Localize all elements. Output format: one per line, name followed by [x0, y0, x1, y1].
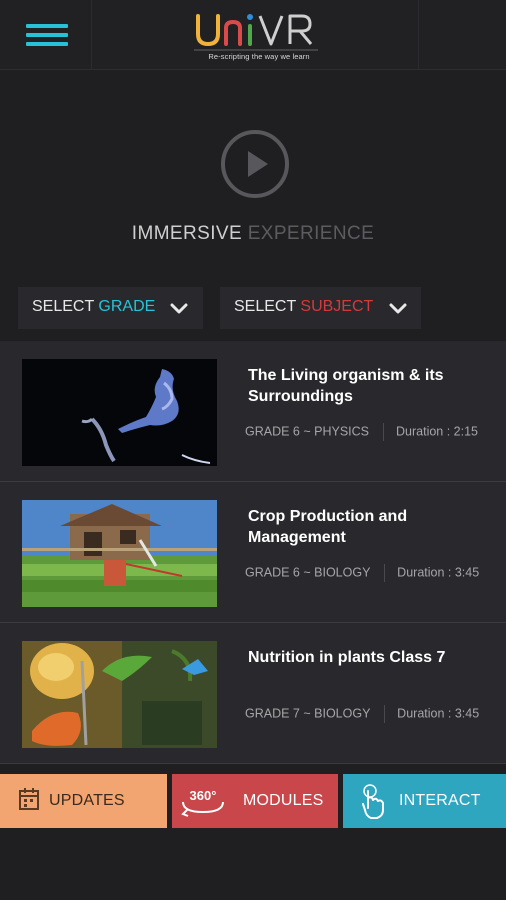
hero-title-word2: EXPERIENCE: [247, 223, 375, 244]
video-grade: GRADE 6: [245, 424, 300, 439]
video-duration: Duration : 2:15: [396, 424, 478, 439]
hero-title-word1: IMMERSIVE: [131, 223, 243, 244]
hero-title: IMMERSIVE EXPERIENCE: [0, 223, 506, 245]
touch-hand-icon: [362, 784, 384, 819]
filter-bar: SELECT GRADE SELECT SUBJECT: [0, 271, 506, 341]
video-meta: GRADE 6 ~ BIOLOGY Duration : 3:45: [245, 564, 479, 582]
play-icon[interactable]: [220, 129, 290, 199]
video-grade: GRADE 6: [245, 565, 300, 580]
video-thumbnail[interactable]: [22, 641, 217, 748]
app-header: Re-scripting the way we learn: [0, 0, 506, 70]
video-duration: Duration : 3:45: [397, 706, 480, 721]
select-grade-label: SELECT GRADE: [32, 298, 155, 316]
logo-tagline: Re-scripting the way we learn: [208, 52, 310, 61]
video-subject: ~ PHYSICS: [303, 424, 370, 439]
tab-interact-label: INTERACT: [399, 792, 481, 809]
video-grade: GRADE 7: [245, 706, 300, 721]
meta-divider: [382, 423, 384, 441]
video-title: Crop Production and Management: [248, 508, 408, 546]
header-right-cell: [418, 0, 506, 70]
tab-interact[interactable]: INTERACT: [343, 774, 506, 828]
list-item[interactable]: Crop Production and Management GRADE 6 ~…: [0, 482, 506, 623]
tab-modules-label: MODULES: [243, 792, 324, 809]
video-meta: GRADE 7 ~ BIOLOGY Duration : 3:45: [245, 705, 479, 723]
meta-divider: [383, 564, 385, 582]
menu-button[interactable]: [0, 0, 92, 70]
chevron-down-icon: [389, 303, 407, 314]
list-item[interactable]: The Living organism & its Surroundings G…: [0, 341, 506, 482]
select-grade-highlight: GRADE: [98, 298, 156, 315]
select-subject-dropdown[interactable]: SELECT SUBJECT: [220, 287, 421, 329]
meta-divider: [383, 705, 385, 723]
video-thumbnail[interactable]: [22, 500, 217, 607]
svg-text:360°: 360°: [190, 788, 217, 803]
select-grade-dropdown[interactable]: SELECT GRADE: [18, 287, 203, 329]
select-subject-highlight: SUBJECT: [300, 298, 374, 315]
video-meta: GRADE 6 ~ PHYSICS Duration : 2:15: [245, 423, 478, 441]
select-subject-prefix: SELECT: [234, 298, 296, 315]
select-subject-label: SELECT SUBJECT: [234, 298, 373, 316]
video-duration: Duration : 3:45: [397, 565, 480, 580]
chevron-down-icon: [170, 303, 188, 314]
tab-updates[interactable]: UPDATES: [0, 774, 167, 828]
hero-section: IMMERSIVE EXPERIENCE: [0, 71, 506, 271]
list-item[interactable]: Nutrition in plants Class 7 GRADE 7 ~ BI…: [0, 623, 506, 764]
video-list: The Living organism & its Surroundings G…: [0, 341, 506, 764]
video-title: The Living organism & its Surroundings: [248, 367, 444, 405]
tab-modules[interactable]: 360° MODULES: [172, 774, 338, 828]
tab-updates-label: UPDATES: [49, 792, 125, 809]
video-subject: ~ BIOLOGY: [303, 706, 371, 721]
360-icon: 360°: [181, 788, 224, 817]
video-title: Nutrition in plants Class 7: [248, 649, 446, 666]
video-subject: ~ BIOLOGY: [303, 565, 371, 580]
calendar-icon: [19, 788, 39, 810]
select-grade-prefix: SELECT: [32, 298, 94, 315]
bottom-tab-bar: UPDATES 360° MODULES INTERACT: [0, 774, 506, 828]
video-thumbnail[interactable]: [22, 359, 217, 466]
